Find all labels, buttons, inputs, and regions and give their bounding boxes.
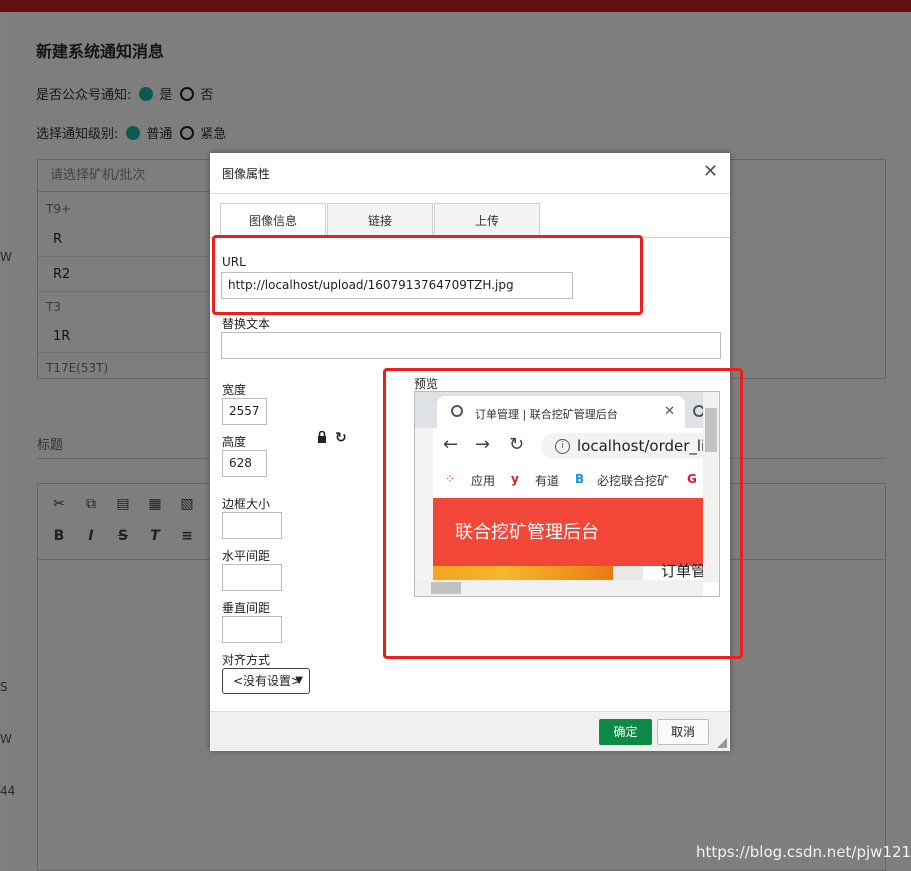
url-highlight-box	[212, 235, 643, 315]
height-label: 高度	[222, 435, 247, 449]
alt-text-input[interactable]	[221, 332, 721, 359]
alt-text-label: 替换文本	[222, 317, 271, 331]
group-label: T17E(53T)	[46, 361, 109, 375]
edge-fragment: 44	[0, 784, 16, 798]
radio-urgent-label: 紧急	[200, 127, 227, 142]
vspace-label: 垂直间距	[222, 601, 271, 615]
copy-icon[interactable]: ⧉	[82, 496, 100, 512]
watermark: https://blog.csdn.net/pjw1217	[696, 843, 911, 861]
tab-link[interactable]: 链接	[327, 203, 433, 237]
dialog-tabs: 图像信息 链接 上传	[220, 203, 541, 238]
dialog-header: 图像属性 ✕	[210, 153, 730, 194]
hspace-input[interactable]	[222, 564, 282, 591]
list-item[interactable]: 1R	[53, 329, 70, 344]
align-label: 对齐方式	[222, 653, 271, 667]
level-row: 选择通知级别: 普通 紧急	[36, 123, 234, 142]
edge-fragment: S	[0, 680, 8, 694]
border-input[interactable]	[222, 512, 282, 539]
dialog-footer: 确定 取消	[210, 711, 730, 751]
strikethrough-icon[interactable]: S	[114, 528, 132, 544]
radio-normal-label: 普通	[146, 127, 173, 142]
radio-normal[interactable]	[126, 125, 141, 140]
group-label: T3	[46, 300, 61, 314]
vspace-input[interactable]	[222, 616, 282, 643]
paste-text-icon[interactable]: ▦	[146, 496, 164, 512]
radio-urgent[interactable]	[180, 125, 195, 140]
divider	[38, 291, 212, 292]
cut-icon[interactable]: ✂	[50, 496, 68, 512]
ok-button[interactable]: 确定	[599, 719, 652, 745]
close-icon[interactable]: ✕	[703, 161, 718, 182]
dialog-title: 图像属性	[222, 167, 271, 181]
page-title: 新建系统通知消息	[36, 42, 165, 61]
resize-handle[interactable]	[717, 738, 727, 748]
list-item[interactable]: R	[53, 232, 62, 247]
edge-fragment: W	[0, 732, 12, 746]
group-label: T9+	[46, 202, 72, 216]
miner-search-input[interactable]: 请选择矿机/批次	[38, 160, 212, 192]
paste-word-icon[interactable]: ▧	[178, 496, 196, 512]
lock-icon[interactable]	[317, 431, 327, 443]
italic-icon[interactable]: I	[82, 528, 100, 544]
clear-format-icon[interactable]: T	[146, 528, 164, 544]
chevron-down-icon: ▼	[295, 675, 303, 686]
border-label: 边框大小	[222, 497, 271, 511]
public-notice-row: 是否公众号通知: 是 否	[36, 84, 221, 103]
width-input[interactable]: 2557	[222, 398, 267, 425]
edge-fragment: W	[0, 250, 12, 264]
align-select[interactable]: <没有设置> ▼	[222, 668, 310, 694]
paste-icon[interactable]: ▤	[114, 496, 132, 512]
tab-image-info[interactable]: 图像信息	[220, 203, 326, 238]
list-item[interactable]: R2	[53, 267, 70, 282]
align-select-value: <没有设置>	[233, 674, 302, 688]
radio-no-label: 否	[200, 88, 214, 103]
level-label: 选择通知级别:	[36, 127, 119, 142]
public-notice-label: 是否公众号通知:	[36, 88, 132, 103]
width-label: 宽度	[222, 383, 247, 397]
height-input[interactable]: 628	[222, 450, 267, 477]
divider	[38, 352, 212, 353]
radio-yes-label: 是	[159, 88, 173, 103]
refresh-icon[interactable]: ↻	[335, 430, 347, 446]
editor-toolbar-row-1: ✂ ⧉ ▤ ▦ ▧ ↶	[50, 496, 228, 512]
editor-toolbar-row-2: B I S T ≡	[50, 528, 196, 544]
bold-icon[interactable]: B	[50, 528, 68, 544]
radio-no[interactable]	[180, 86, 195, 101]
preview-highlight-box	[383, 368, 743, 659]
tab-upload[interactable]: 上传	[434, 203, 540, 237]
radio-yes[interactable]	[139, 86, 154, 101]
section-title: 标题	[37, 438, 64, 453]
divider	[38, 256, 212, 257]
hspace-label: 水平间距	[222, 549, 271, 563]
top-bar	[0, 0, 911, 12]
numbered-list-icon[interactable]: ≡	[178, 528, 196, 544]
cancel-button[interactable]: 取消	[657, 719, 709, 745]
